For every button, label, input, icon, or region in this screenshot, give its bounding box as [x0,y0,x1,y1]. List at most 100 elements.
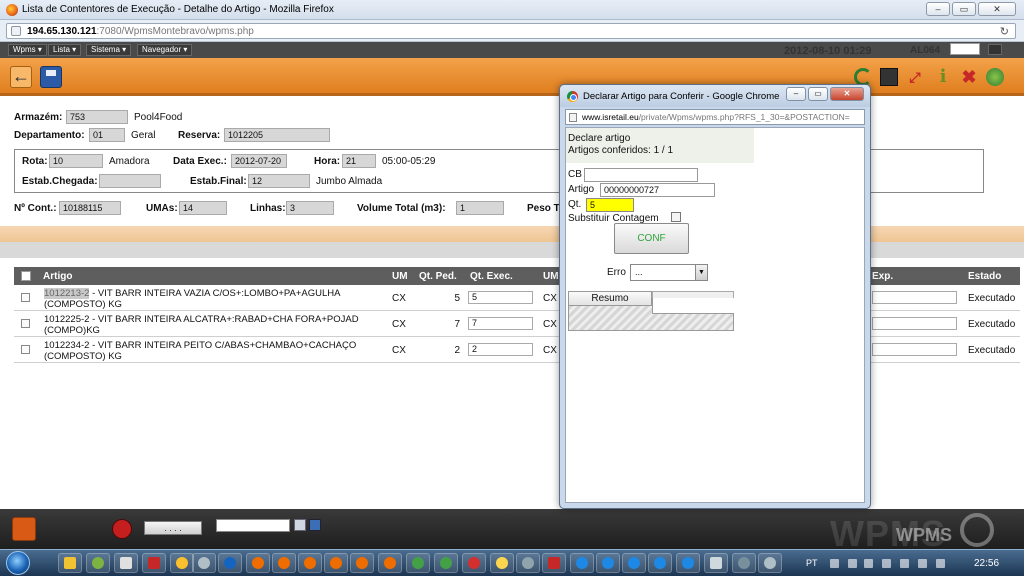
popup-url-field[interactable]: www.isretail.eu/private/Wpms/wpms.php?RF… [565,109,865,125]
taskbar-firefox[interactable] [350,553,374,573]
col-qt-exec[interactable]: Qt. Exec. [470,271,513,282]
dots-button[interactable]: . . . . [144,521,202,535]
monitor-icon[interactable] [988,44,1002,55]
taskbar-ie[interactable] [648,553,672,573]
taskbar-app[interactable] [170,553,194,573]
col-exp[interactable]: Exp. [872,271,893,282]
menu-wpms[interactable]: Wpms ▾ [8,44,47,56]
taskbar-app[interactable] [490,553,514,573]
artigo-input[interactable]: 00000000727 [600,183,715,197]
row-exp-input[interactable] [872,317,957,330]
taskbar-app[interactable] [192,553,216,573]
wpms-logo-circle [960,513,994,547]
rota-label: Rota: [22,156,48,167]
peso-label: Peso T [527,203,560,214]
col-estado[interactable]: Estado [968,271,1001,282]
row-qt-exec-input[interactable]: 5 [468,291,533,304]
taskbar-ie[interactable] [596,553,620,573]
trash-icon[interactable] [12,517,36,541]
volume-value: 1 [456,201,504,215]
col-um2[interactable]: UM [543,271,559,282]
user-field[interactable] [950,43,980,55]
row-checkbox[interactable] [21,345,30,354]
departamento-name: Geral [131,130,156,141]
resumo-tab[interactable]: Resumo [568,291,652,306]
network-icon[interactable] [900,559,909,568]
row-qt-exec-input[interactable]: 2 [468,343,533,356]
taskbar-filezilla[interactable] [542,553,566,573]
row-checkbox[interactable] [21,319,30,328]
expand-icon[interactable]: ⤢ [906,68,924,86]
taskbar-app[interactable] [732,553,756,573]
back-arrow-icon[interactable]: ← [10,66,32,88]
taskbar-firefox[interactable] [378,553,402,573]
menu-sistema[interactable]: Sistema ▾ [86,44,132,56]
erro-select[interactable]: ... ▼ [630,264,708,281]
taskbar-explorer[interactable] [58,553,82,573]
save-icon[interactable] [40,66,62,88]
tray-arrow-icon[interactable] [830,559,839,568]
erro-value: ... [635,267,643,277]
declarar-artigo-popup: Declarar Artigo para Conferir - Google C… [559,84,871,509]
conf-button[interactable]: CONF [614,223,689,254]
menu-lista[interactable]: Lista ▾ [48,44,82,56]
row-checkbox[interactable] [21,293,30,302]
reload-icon[interactable]: ↻ [1000,25,1009,38]
flag-icon[interactable] [936,559,945,568]
row-exp-input[interactable] [872,291,957,304]
restore-button[interactable]: ▭ [952,2,976,16]
taskbar-firefox[interactable] [324,553,348,573]
taskbar-ie[interactable] [622,553,646,573]
url-field[interactable]: 194.65.130.121:7080/WpmsMontebravo/wpms.… [6,23,1016,39]
taskbar-ie[interactable] [676,553,700,573]
bottom-search-input[interactable] [216,519,290,532]
volume-icon[interactable] [918,559,927,568]
taskbar-app[interactable] [86,553,110,573]
estab-chegada-label: Estab.Chegada: [22,176,98,187]
bug-icon[interactable] [112,519,132,539]
minimize-button[interactable]: – [926,2,950,16]
tray-clock[interactable]: 22:56 [974,558,999,569]
tray-app-icon[interactable] [864,559,873,568]
tray-language[interactable]: PT [806,558,818,568]
taskbar-firefox[interactable] [246,553,270,573]
row-estado: Executado [968,319,1016,330]
taskbar-app[interactable] [704,553,728,573]
taskbar-app[interactable] [516,553,540,573]
tray-app-icon[interactable] [882,559,891,568]
col-um[interactable]: UM [392,271,408,282]
popup-restore-button[interactable]: ▭ [808,87,828,101]
umas-value: 14 [179,201,227,215]
monitor-icon[interactable] [309,519,321,531]
taskbar-opera[interactable] [462,553,486,573]
cancel-icon[interactable]: ✖ [960,68,978,86]
select-all-checkbox[interactable] [21,271,31,281]
taskbar-chrome[interactable] [434,553,458,573]
menu-navegador[interactable]: Navegador ▾ [137,44,193,56]
close-button[interactable]: ✕ [978,2,1016,16]
tray-app-icon[interactable] [848,559,857,568]
taskbar-app[interactable] [142,553,166,573]
taskbar-app[interactable] [218,553,242,573]
taskbar-chrome[interactable] [406,553,430,573]
start-button[interactable] [6,551,30,575]
popup-close-button[interactable]: ✕ [830,87,864,101]
row-um2: CX [543,345,557,356]
taskbar-app[interactable] [758,553,782,573]
col-qt-ped[interactable]: Qt. Ped. [419,271,457,282]
taskbar-app[interactable] [114,553,138,573]
search-icon[interactable] [294,519,306,531]
go-icon[interactable] [986,68,1004,86]
export-icon[interactable] [880,68,898,86]
col-artigo[interactable]: Artigo [43,271,72,282]
qt-input[interactable]: 5 [586,198,634,212]
row-exp-input[interactable] [872,343,957,356]
popup-minimize-button[interactable]: – [786,87,806,101]
taskbar-ie[interactable] [570,553,594,573]
info-icon[interactable]: i [934,68,952,86]
taskbar-firefox[interactable] [298,553,322,573]
row-qt-exec-input[interactable]: 7 [468,317,533,330]
cb-input[interactable] [584,168,698,182]
substituir-checkbox[interactable] [671,212,681,222]
taskbar-firefox[interactable] [272,553,296,573]
